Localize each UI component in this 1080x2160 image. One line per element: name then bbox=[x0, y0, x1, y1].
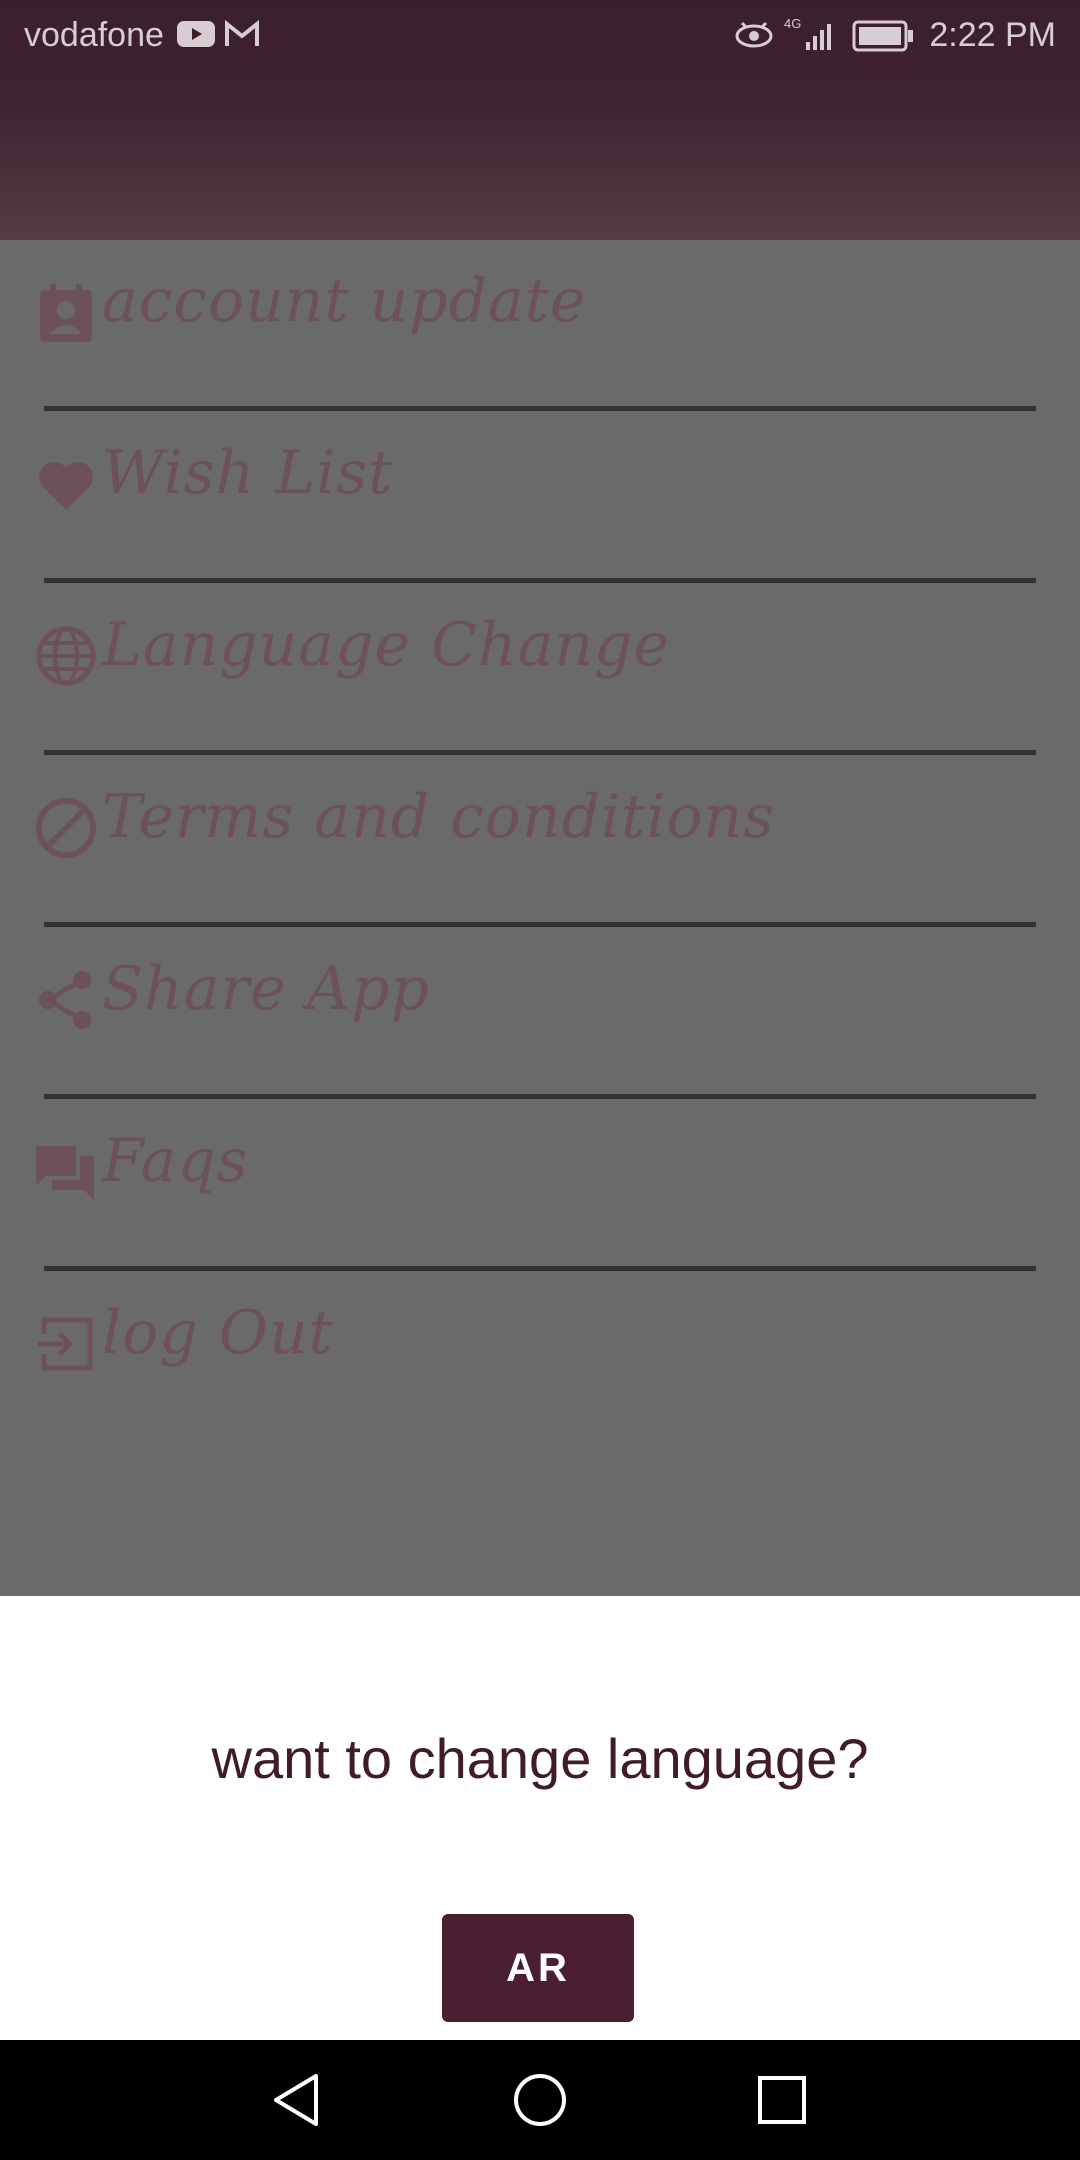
menu-item-label: Terms and conditions bbox=[102, 782, 776, 852]
menu-item-label: Share App bbox=[102, 954, 430, 1024]
menu-item-label: account update bbox=[102, 266, 587, 336]
divider bbox=[44, 750, 1036, 755]
globe-icon bbox=[34, 624, 98, 688]
menu-item-wish-list[interactable]: Wish List bbox=[0, 412, 1080, 584]
menu-item-label: Faqs bbox=[102, 1126, 249, 1196]
battery-icon bbox=[852, 20, 914, 61]
language-dialog: want to change language? AR bbox=[0, 1596, 1080, 2040]
clock: 2:22 PM bbox=[929, 16, 1056, 54]
menu-item-label: Wish List bbox=[102, 438, 394, 508]
divider bbox=[44, 406, 1036, 411]
eye-icon bbox=[734, 18, 774, 59]
status-bar: vodafone 4G 2:22 PM bbox=[0, 0, 1080, 72]
dialog-question: want to change language? bbox=[211, 1727, 869, 1790]
menu-item-faqs[interactable]: Faqs bbox=[0, 1100, 1080, 1272]
menu-item-log-out[interactable]: log Out bbox=[0, 1272, 1080, 1444]
forum-icon bbox=[34, 1140, 98, 1204]
heart-icon bbox=[34, 452, 98, 516]
menu-item-label: log Out bbox=[102, 1298, 334, 1368]
menu-item-account-update[interactable]: account update bbox=[0, 240, 1080, 412]
menu-list: account update Wish List Language Change… bbox=[0, 240, 1080, 1596]
home-icon[interactable] bbox=[510, 2070, 570, 2130]
share-icon bbox=[34, 968, 98, 1032]
back-icon[interactable] bbox=[268, 2070, 328, 2130]
divider bbox=[44, 578, 1036, 583]
divider bbox=[44, 1266, 1036, 1271]
youtube-icon bbox=[176, 18, 216, 59]
network-type: 4G bbox=[784, 16, 801, 31]
recents-icon[interactable] bbox=[752, 2070, 812, 2130]
divider bbox=[44, 922, 1036, 927]
gmail-icon bbox=[224, 18, 260, 59]
app-header: vodafone 4G 2:22 PM bbox=[0, 0, 1080, 240]
contact-icon bbox=[34, 280, 98, 344]
menu-item-label: Language Change bbox=[102, 610, 670, 680]
carrier-name: vodafone bbox=[24, 16, 164, 54]
menu-item-language-change[interactable]: Language Change bbox=[0, 584, 1080, 756]
logout-icon bbox=[34, 1312, 98, 1376]
arabic-language-button[interactable]: AR bbox=[442, 1914, 634, 2022]
system-nav-bar bbox=[0, 2040, 1080, 2160]
menu-item-share-app[interactable]: Share App bbox=[0, 928, 1080, 1100]
block-icon bbox=[34, 796, 98, 860]
divider bbox=[44, 1094, 1036, 1099]
signal-icon: 4G bbox=[782, 14, 838, 63]
menu-item-terms[interactable]: Terms and conditions bbox=[0, 756, 1080, 928]
